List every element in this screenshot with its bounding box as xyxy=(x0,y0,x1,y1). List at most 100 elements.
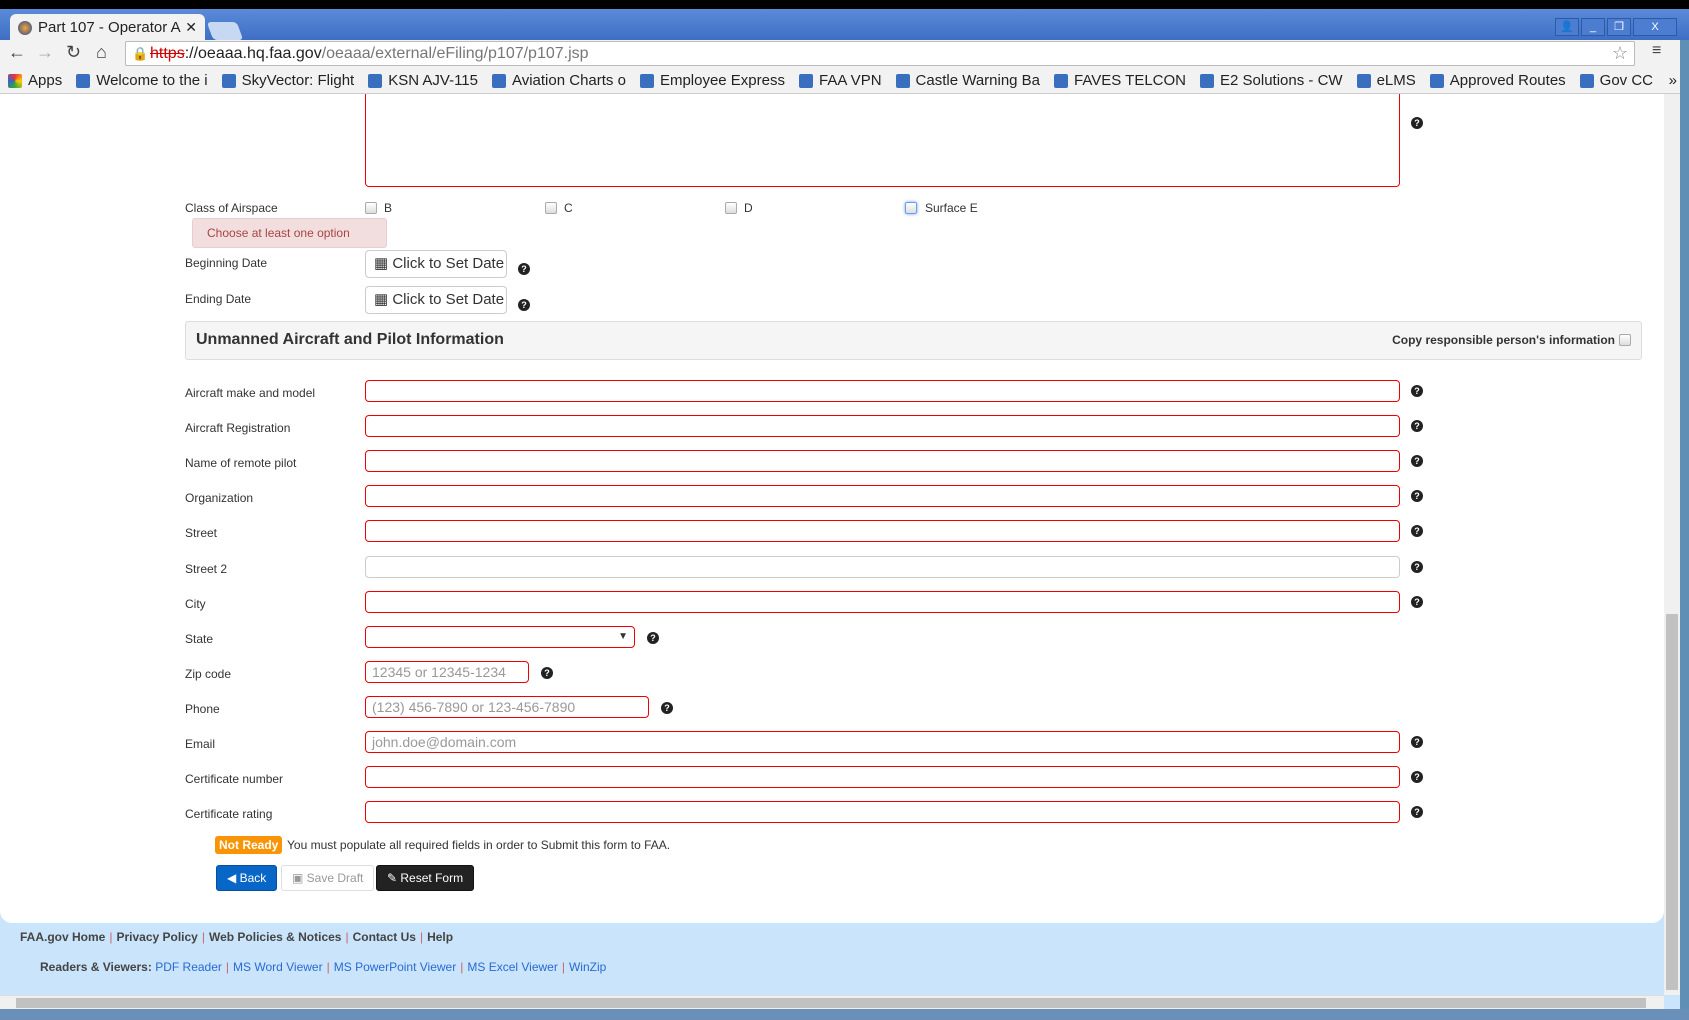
bookmark-item[interactable]: Aviation Charts o xyxy=(491,72,626,89)
restore-button[interactable]: ❐ xyxy=(1607,18,1631,36)
help-icon[interactable]: ? xyxy=(1411,736,1423,748)
bookmark-item[interactable]: FAA VPN xyxy=(799,72,882,89)
horizontal-scroll-thumb[interactable] xyxy=(16,998,1646,1008)
close-window-button[interactable]: X xyxy=(1633,18,1677,36)
bookmark-item[interactable]: KSN AJV-115 xyxy=(368,72,478,89)
email-placeholder: john.doe@domain.com xyxy=(372,734,517,750)
address-bar[interactable]: 🔒 https://oeaaa.hq.faa.gov/oeaaa/externa… xyxy=(125,41,1635,66)
forward-icon[interactable]: → xyxy=(36,42,54,63)
reader-link[interactable]: PDF Reader xyxy=(155,960,222,974)
reader-link[interactable]: MS Word Viewer xyxy=(233,960,323,974)
vertical-scrollbar[interactable] xyxy=(1664,94,1680,995)
window-controls: 👤 _ ❐ X xyxy=(1555,18,1677,36)
aircraft-registration-input[interactable] xyxy=(365,415,1400,438)
home-icon[interactable]: ⌂ xyxy=(96,42,107,63)
bookmark-item[interactable]: E2 Solutions - CW xyxy=(1200,72,1343,89)
calendar-icon: ▦ xyxy=(374,255,393,272)
certificate-number-input[interactable] xyxy=(365,766,1400,789)
bookmark-item[interactable]: Approved Routes xyxy=(1429,72,1566,89)
menu-icon[interactable]: ≡ xyxy=(1652,42,1661,60)
bookmark-icon xyxy=(1054,73,1069,88)
airspace-surface-e-checkbox[interactable] xyxy=(905,202,917,214)
more-bookmarks-icon[interactable]: » xyxy=(1669,72,1677,89)
zip-code-input[interactable]: 12345 or 12345-1234 xyxy=(365,660,529,683)
help-icon[interactable]: ? xyxy=(1411,385,1423,397)
footer-link[interactable]: Help xyxy=(427,930,453,944)
description-textarea[interactable] xyxy=(365,94,1400,187)
reader-link[interactable]: MS Excel Viewer xyxy=(467,960,557,974)
save-draft-button[interactable]: ▣ Save Draft xyxy=(281,865,375,891)
help-icon[interactable]: ? xyxy=(1411,595,1423,608)
aircraft-make-and-model-input[interactable] xyxy=(365,380,1400,402)
airspace-b-checkbox[interactable] xyxy=(365,202,377,214)
reload-icon[interactable]: ↻ xyxy=(66,42,81,63)
phone-input[interactable]: (123) 456-7890 or 123-456-7890 xyxy=(365,695,649,718)
url-scheme: https xyxy=(150,45,185,62)
help-icon[interactable]: ? xyxy=(1411,771,1423,784)
beginning-date-button[interactable]: ▦ Click to Set Date xyxy=(365,250,507,278)
bookmark-icon xyxy=(1579,73,1594,88)
bookmark-item[interactable]: SkyVector: Flight xyxy=(221,72,354,89)
reader-link[interactable]: WinZip xyxy=(569,960,606,974)
bookmark-item[interactable]: Castle Warning Ba xyxy=(895,72,1040,89)
footer-link[interactable]: Contact Us xyxy=(353,930,416,944)
footer-link[interactable]: Privacy Policy xyxy=(116,930,197,944)
copy-info-checkbox[interactable] xyxy=(1619,334,1631,346)
reset-form-label: Reset Form xyxy=(400,871,464,885)
footer-link[interactable]: FAA.gov Home xyxy=(20,930,105,944)
footer-link[interactable]: Web Policies & Notices xyxy=(209,930,342,944)
url-path: /oeaaa/external/eFiling/p107/p107.jsp xyxy=(321,45,589,62)
desktop-background xyxy=(1680,40,1689,1020)
help-icon[interactable]: ? xyxy=(518,299,530,311)
bookmark-label: Employee Express xyxy=(659,72,785,89)
email-input[interactable]: john.doe@domain.com xyxy=(365,731,1400,753)
tab-strip: Part 107 - Operator A ✕ 👤 _ ❐ X xyxy=(0,9,1689,41)
bookmark-item[interactable]: Apps xyxy=(8,72,62,89)
user-icon[interactable]: 👤 xyxy=(1555,18,1579,36)
separator: | xyxy=(460,960,464,974)
city-input[interactable] xyxy=(365,590,1400,613)
back-icon[interactable]: ← xyxy=(8,42,26,63)
bookmark-icon xyxy=(368,73,383,88)
reset-form-button[interactable]: ✎ Reset Form xyxy=(376,865,475,891)
faa-favicon-icon xyxy=(18,20,32,35)
horizontal-scrollbar[interactable] xyxy=(0,995,1664,1009)
ending-date-button[interactable]: ▦ Click to Set Date xyxy=(365,286,507,314)
floppy-icon: ▣ xyxy=(292,871,307,885)
bookmark-label: eLMS xyxy=(1376,72,1416,89)
help-icon[interactable]: ? xyxy=(1411,560,1423,573)
organization-input[interactable] xyxy=(365,485,1400,508)
footer-links: FAA.gov Home | Privacy Policy | Web Policies… xyxy=(20,930,453,944)
minimize-button[interactable]: _ xyxy=(1581,18,1605,36)
back-button[interactable]: ◀ Back xyxy=(216,865,278,891)
name-of-remote-pilot-input[interactable] xyxy=(365,450,1400,473)
airspace-b-label: B xyxy=(384,201,393,215)
vertical-scroll-thumb[interactable] xyxy=(1666,614,1678,990)
state-select[interactable]: ▼ xyxy=(365,625,635,648)
help-icon[interactable]: ? xyxy=(541,666,553,679)
street-input[interactable] xyxy=(365,520,1400,543)
help-icon[interactable]: ? xyxy=(661,701,673,714)
help-icon[interactable]: ? xyxy=(647,631,659,644)
street-2-input[interactable] xyxy=(365,555,1400,578)
bookmark-item[interactable]: Gov CC xyxy=(1579,72,1653,89)
close-tab-icon[interactable]: ✕ xyxy=(185,19,197,36)
bookmark-label: Aviation Charts o xyxy=(511,72,626,89)
new-tab-button[interactable] xyxy=(206,22,244,40)
bookmark-item[interactable]: Employee Express xyxy=(639,72,785,89)
bookmark-icon xyxy=(1356,73,1371,88)
certificate-rating-input[interactable] xyxy=(365,801,1400,824)
bookmark-item[interactable]: Welcome to the i xyxy=(76,72,208,89)
star-icon[interactable]: ☆ xyxy=(1612,42,1628,65)
tab-active[interactable]: Part 107 - Operator A ✕ xyxy=(10,14,205,41)
bookmark-item[interactable]: FAVES TELCON xyxy=(1054,72,1186,89)
airspace-d-checkbox[interactable] xyxy=(725,202,737,214)
copy-info-label: Copy responsible person's information xyxy=(1392,333,1615,347)
help-icon[interactable]: ? xyxy=(1411,420,1423,433)
reader-link[interactable]: MS PowerPoint Viewer xyxy=(334,960,457,974)
name-of-remote-pilot-label: Name of remote pilot xyxy=(185,456,297,471)
airspace-c-checkbox[interactable] xyxy=(545,202,557,214)
help-icon[interactable]: ? xyxy=(1411,117,1423,129)
help-icon[interactable]: ? xyxy=(518,263,530,275)
bookmark-item[interactable]: eLMS xyxy=(1356,72,1416,89)
